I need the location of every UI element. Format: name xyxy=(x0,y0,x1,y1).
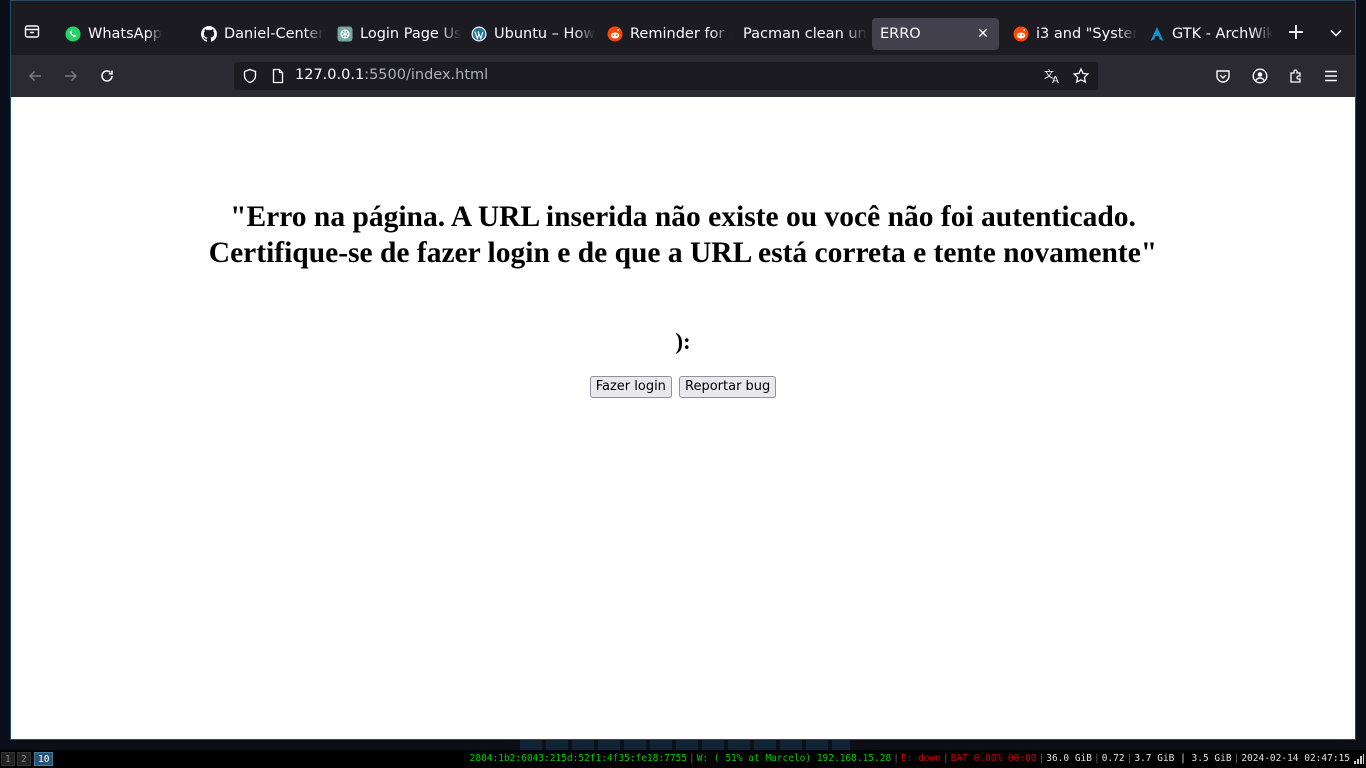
tab-title: WhatsApp xyxy=(88,26,162,42)
report-bug-button[interactable]: Reportar bug xyxy=(679,376,777,398)
url-text[interactable]: 127.0.0.1:5500/index.html xyxy=(295,67,488,83)
tab-title: Login Page Us xyxy=(360,26,461,42)
datetime-status: 2024-02-14 02:47:15 xyxy=(1241,753,1350,764)
reddit-icon xyxy=(1013,26,1029,42)
status-bar: 1 2 10 2804:1b2:6043:215d:52f1:4f35:fe18… xyxy=(0,750,1366,768)
separator: | xyxy=(893,753,899,764)
arrow-right-icon xyxy=(65,70,78,82)
workspace-2[interactable]: 2 xyxy=(17,752,31,766)
status-items: 2804:1b2:6043:215d:52f1:4f35:fe18:7755 | W… xyxy=(470,750,1350,768)
tab-ubuntu[interactable]: Ubuntu – How xyxy=(471,18,595,50)
github-icon xyxy=(201,26,217,42)
ipv6-status: 2804:1b2:6043:215d:52f1:4f35:fe18:7755 xyxy=(469,753,687,764)
translate-icon[interactable]: 文A xyxy=(1044,67,1062,86)
wifi-status: W: ( 51% at Marcelo) 192.168.15.28 xyxy=(696,753,892,764)
disk-status: 36.0 GiB xyxy=(1046,753,1092,764)
tab-github[interactable]: Daniel-Center xyxy=(201,18,325,50)
puzzle-icon xyxy=(1290,69,1301,83)
separator: | xyxy=(1094,753,1100,764)
tab-title: Daniel-Center xyxy=(224,26,325,42)
pocket-icon xyxy=(1216,70,1230,83)
url-host: 127.0.0.1 xyxy=(295,67,365,83)
extensions-button[interactable] xyxy=(1283,63,1309,89)
page-info-icon[interactable] xyxy=(270,68,286,84)
separator: | xyxy=(942,753,949,764)
new-tab-button[interactable]: + xyxy=(1283,20,1309,46)
tab-bar: WhatsApp Daniel-Center Login Page Us Ubu… xyxy=(11,1,1355,55)
tab-reddit-reminder[interactable]: Reminder for r xyxy=(607,18,731,50)
list-all-tabs-button[interactable] xyxy=(1323,20,1349,46)
tracking-protection-icon[interactable] xyxy=(242,68,258,84)
tab-title: Pacman clean unu xyxy=(743,26,867,42)
separator: | xyxy=(688,753,695,764)
separator: | xyxy=(1126,753,1133,764)
separator: | xyxy=(1233,753,1240,764)
address-bar[interactable]: 127.0.0.1:5500/index.html 文A xyxy=(234,62,1098,90)
battery-status: BAT 0.00% 00:00 xyxy=(950,753,1037,764)
svg-text:A: A xyxy=(1052,75,1059,85)
firefox-view-button[interactable] xyxy=(19,18,45,44)
close-tab-icon[interactable]: ✕ xyxy=(975,26,991,42)
account-button[interactable] xyxy=(1247,63,1273,89)
arrow-left-icon xyxy=(28,70,41,82)
wordpress-icon xyxy=(471,26,487,42)
openai-icon xyxy=(337,26,353,42)
tab-reddit-i3[interactable]: i3 and "System xyxy=(1013,18,1137,50)
workspace-1[interactable]: 1 xyxy=(1,752,15,766)
button-row: Fazer login Reportar bug xyxy=(11,376,1355,398)
sad-face-text: ): xyxy=(675,329,691,354)
chevron-down-icon xyxy=(1330,29,1342,37)
reddit-icon xyxy=(607,26,623,42)
tab-title: Reminder for r xyxy=(630,26,731,42)
tab-whatsapp[interactable]: WhatsApp xyxy=(65,18,185,50)
whatsapp-icon xyxy=(65,26,81,42)
archlinux-icon xyxy=(1149,26,1165,42)
reload-button[interactable] xyxy=(94,63,120,89)
firefox-view-icon xyxy=(24,25,40,38)
reload-icon xyxy=(101,70,113,82)
tab-archwiki[interactable]: GTK - ArchWiki xyxy=(1149,18,1273,50)
account-icon xyxy=(1252,68,1268,84)
tab-title: GTK - ArchWiki xyxy=(1172,26,1273,42)
page-content: "Erro na página. A URL inserida não exis… xyxy=(11,97,1355,739)
workspace-10[interactable]: 10 xyxy=(34,752,54,766)
back-button[interactable] xyxy=(22,63,48,89)
login-button[interactable]: Fazer login xyxy=(589,376,672,398)
hamburger-menu-icon xyxy=(1325,70,1337,82)
network-signal-icon[interactable] xyxy=(1354,754,1364,764)
forward-button[interactable] xyxy=(58,63,84,89)
url-path: :5500/index.html xyxy=(364,67,489,83)
tab-erro[interactable]: ERRO ✕ xyxy=(872,18,999,50)
tab-chatgpt[interactable]: Login Page Us xyxy=(337,18,461,50)
pocket-button[interactable] xyxy=(1210,63,1236,89)
tab-pacman[interactable]: Pacman clean unu xyxy=(743,18,867,50)
memory-status: 3.7 GiB | 3.5 GiB xyxy=(1134,753,1232,764)
tab-title: i3 and "System xyxy=(1036,26,1137,42)
app-menu-button[interactable] xyxy=(1318,63,1344,89)
separator: | xyxy=(1038,753,1045,764)
tab-title: ERRO xyxy=(880,26,921,42)
error-heading: "Erro na página. A URL inserida não exis… xyxy=(208,201,1158,269)
bookmark-star-icon[interactable] xyxy=(1072,67,1090,85)
browser-window: WhatsApp Daniel-Center Login Page Us Ubu… xyxy=(10,0,1356,740)
load-status: 0.72 xyxy=(1101,753,1125,764)
ethernet-status: E: down xyxy=(900,753,941,764)
tab-title: Ubuntu – How xyxy=(494,26,595,42)
navigation-toolbar: 127.0.0.1:5500/index.html 文A xyxy=(11,55,1355,97)
